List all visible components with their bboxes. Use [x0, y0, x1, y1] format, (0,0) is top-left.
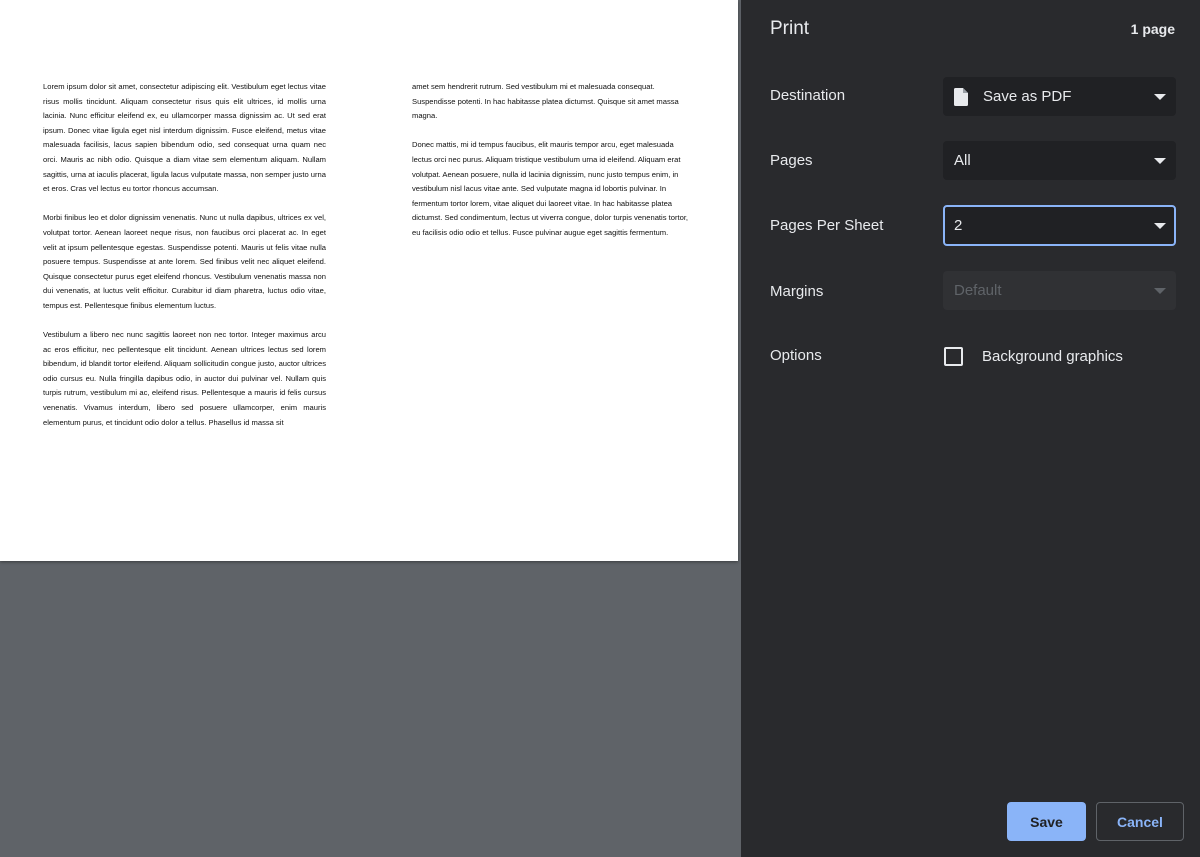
page-count: 1 page	[1130, 21, 1175, 37]
destination-label: Destination	[770, 87, 846, 104]
chevron-down-icon	[1154, 157, 1166, 164]
print-preview-area: Lorem ipsum dolor sit amet, consectetur …	[0, 0, 741, 857]
background-graphics-checkbox[interactable]	[944, 347, 963, 366]
chevron-down-icon	[1154, 93, 1166, 100]
pages-per-sheet-label: Pages Per Sheet	[770, 217, 884, 234]
preview-page: Lorem ipsum dolor sit amet, consectetur …	[0, 0, 738, 561]
pages-label: Pages	[770, 152, 813, 169]
preview-right-column: amet sem hendrerit rutrum. Sed vestibulu…	[412, 80, 694, 255]
margins-value: Default	[954, 282, 1002, 299]
pages-per-sheet-value: 2	[954, 217, 963, 234]
preview-paragraph: Lorem ipsum dolor sit amet, consectetur …	[43, 82, 326, 194]
save-button[interactable]: Save	[1007, 802, 1086, 841]
destination-select[interactable]: Save as PDF	[943, 77, 1176, 116]
background-graphics-label[interactable]: Background graphics	[982, 348, 1123, 365]
options-label: Options	[770, 347, 822, 364]
preview-paragraph: Morbi finibus leo et dolor dignissim ven…	[43, 213, 326, 310]
pages-per-sheet-select[interactable]: 2	[943, 205, 1176, 246]
chevron-down-icon	[1154, 287, 1166, 294]
panel-title: Print	[770, 18, 810, 39]
preview-paragraph: Donec mattis, mi id tempus faucibus, eli…	[412, 140, 689, 237]
preview-paragraph: Vestibulum a libero nec nunc sagittis la…	[43, 330, 326, 427]
preview-paragraph: amet sem hendrerit rutrum. Sed vestibulu…	[412, 82, 679, 121]
pages-value: All	[954, 152, 971, 169]
destination-value: Save as PDF	[983, 88, 1072, 105]
pages-select[interactable]: All	[943, 141, 1176, 180]
cancel-button[interactable]: Cancel	[1096, 802, 1184, 841]
file-icon	[954, 87, 968, 106]
print-settings-panel: Print 1 page Destination Save as PDF Pag…	[741, 0, 1200, 857]
chevron-down-icon	[1154, 222, 1166, 229]
margins-label: Margins	[770, 283, 824, 300]
preview-left-column: Lorem ipsum dolor sit amet, consectetur …	[43, 80, 326, 445]
margins-select[interactable]: Default	[943, 271, 1176, 310]
